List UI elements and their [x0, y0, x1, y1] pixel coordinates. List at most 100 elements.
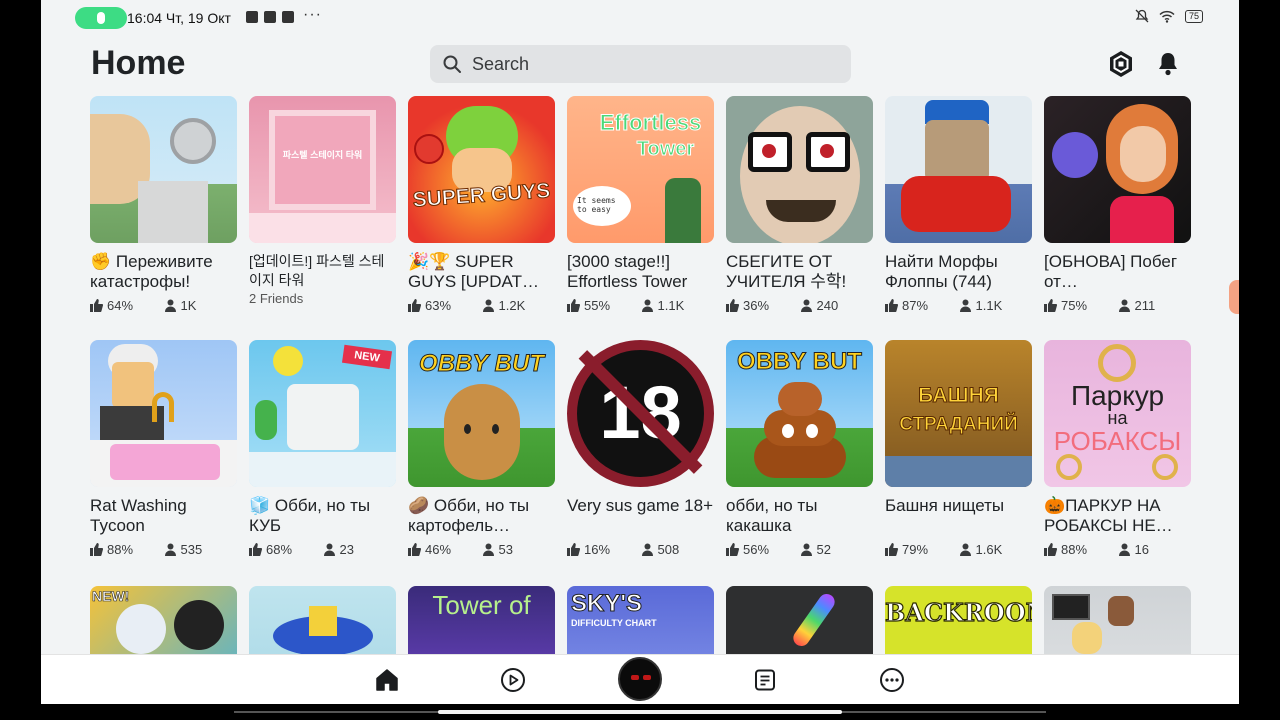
game-card[interactable]: Effortless Tower It seems to easy [3000 … — [567, 96, 714, 314]
nav-more[interactable] — [875, 663, 909, 697]
players-icon — [959, 299, 971, 312]
game-thumbnail: SUPER GUYS — [408, 96, 555, 243]
game-stats: 63% 1.2K — [408, 296, 555, 314]
game-title: 🎃ПАРКУР НА РОБАКСЫ НЕ… — [1044, 496, 1173, 535]
game-card[interactable]: NEW 🧊 Обби, но ты КУБ 68% 23 — [249, 340, 396, 558]
game-thumbnail: NEW — [249, 340, 396, 487]
thumbs-up-icon — [408, 298, 421, 312]
players-icon — [641, 299, 653, 312]
game-title: 🎉🏆 SUPER GUYS [UPDAT… — [408, 252, 539, 291]
thumbs-up-icon — [249, 542, 262, 556]
player-count: 1.6K — [975, 541, 1003, 557]
game-card[interactable]: 파스텔 스테이지 타워 [업데이트!] 파스텔 스테이지 타워 2 Friend… — [249, 96, 396, 306]
game-thumbnail: Паркур на РОБАКСЫ — [1044, 340, 1191, 487]
game-stats: 68% 23 — [249, 540, 396, 558]
new-badge: NEW — [341, 344, 393, 370]
thumbs-up-icon — [408, 542, 421, 556]
game-card[interactable]: Найти Морфы Флоппы (744) 87% 1.1K — [885, 96, 1032, 314]
game-card[interactable]: OBBY BUT обби, но ты какашка 56% 52 — [726, 340, 873, 558]
floating-bubble-icon[interactable] — [1229, 280, 1239, 314]
thumbnail-text: BACKROOMS — [885, 597, 1032, 627]
thumbnail-text: Tower of — [432, 590, 531, 620]
game-stats: 55% 1.1K — [567, 296, 714, 314]
game-stats: 79% 1.6K — [885, 540, 1032, 558]
thumbs-up-icon — [726, 542, 739, 556]
robux-icon[interactable] — [1105, 48, 1137, 80]
video-icon — [246, 11, 258, 23]
rating-value: 64% — [107, 297, 134, 313]
player-count: 211 — [1134, 297, 1156, 313]
app-screen: 16:04 Чт, 19 Окт ··· 75 Home Search ✊ Пе… — [41, 0, 1239, 704]
nav-avatar[interactable] — [618, 657, 662, 701]
nav-charts[interactable] — [748, 663, 782, 697]
system-icons: 75 — [1135, 9, 1203, 23]
thumbs-up-icon — [885, 542, 898, 556]
game-title: Башня нищеты — [885, 496, 1005, 515]
rating-value: 36% — [743, 297, 770, 313]
player-count: 240 — [816, 297, 839, 313]
nav-discover[interactable] — [496, 663, 530, 697]
thumbnail-text: БАШНЯ — [918, 384, 1000, 408]
home-icon — [376, 669, 398, 691]
game-title: Найти Морфы Флоппы (744) — [885, 252, 998, 291]
players-icon — [800, 299, 812, 312]
thumbnail-text: Effortless — [599, 110, 702, 136]
game-card[interactable]: ✊ Переживите катастрофы! 64% 1K — [90, 96, 237, 314]
game-title: Very sus game 18+ — [567, 496, 714, 515]
game-stats: 56% 52 — [726, 540, 873, 558]
thumbs-up-icon — [1044, 298, 1057, 312]
bell-icon[interactable] — [1152, 48, 1184, 80]
game-title: 🧊 Обби, но ты КУБ — [249, 496, 371, 535]
status-time: 16:04 Чт, 19 Окт — [127, 10, 231, 26]
game-stats: 75% 211 — [1044, 296, 1191, 314]
friends-playing: 2 Friends — [249, 291, 304, 306]
player-count: 53 — [498, 541, 513, 557]
rating-value: 16% — [584, 541, 611, 557]
game-title: [ОБНОВА] Побег от… — [1044, 252, 1178, 291]
players-icon — [482, 299, 494, 312]
page-title: Home — [91, 44, 186, 82]
game-card[interactable]: 18 Very sus game 18+ 16% 508 — [567, 340, 714, 558]
game-card[interactable]: SUPER GUYS 🎉🏆 SUPER GUYS [UPDAT… 63% 1.2… — [408, 96, 555, 314]
players-icon — [800, 543, 812, 556]
search-bar[interactable]: Search — [430, 45, 851, 83]
game-stats: 88% 16 — [1044, 540, 1191, 558]
game-card[interactable]: [ОБНОВА] Побег от… 75% 211 — [1044, 96, 1191, 314]
thumbnail-text: РОБАКСЫ — [1053, 426, 1182, 456]
thumbnail-text: OBBY BUT — [419, 350, 545, 378]
game-card[interactable]: СБЕГИТЕ ОТ УЧИТЕЛЯ 수학! 36% 240 — [726, 96, 873, 314]
game-card[interactable]: Паркур на РОБАКСЫ 🎃ПАРКУР НА РОБАКСЫ НЕ…… — [1044, 340, 1191, 558]
game-card[interactable]: Rat Washing Tycoon 88% 535 — [90, 340, 237, 558]
mute-icon — [1135, 9, 1149, 23]
game-stats: 16% 508 — [567, 540, 714, 558]
thumbnail-text: OBBY BUT — [737, 348, 863, 376]
home-gesture-bar[interactable] — [438, 710, 842, 714]
player-count: 16 — [1134, 541, 1149, 557]
rating-value: 63% — [425, 297, 452, 313]
bottom-navigation — [41, 654, 1239, 704]
thumbnail-text: DIFFICULTY CHART — [571, 618, 657, 628]
players-icon — [323, 543, 335, 556]
rating-value: 68% — [266, 541, 293, 557]
game-title: [업데이트!] 파스텔 스테이지 타워 — [249, 253, 385, 288]
rating-value: 87% — [902, 297, 929, 313]
players-icon — [164, 299, 176, 312]
app-notification-icon — [282, 11, 294, 23]
thumbs-up-icon — [1044, 542, 1057, 556]
game-card[interactable]: БАШНЯ СТРАДАНИЙ Башня нищеты 79% 1.6K — [885, 340, 1032, 558]
thumbnail-text: СТРАДАНИЙ — [899, 414, 1019, 436]
game-stats: 88% 535 — [90, 540, 237, 558]
game-thumbnail — [885, 96, 1032, 243]
game-card[interactable]: OBBY BUT 🥔 Обби, но ты картофель… 46% 53 — [408, 340, 555, 558]
game-thumbnail — [726, 96, 873, 243]
nav-home[interactable] — [370, 663, 404, 697]
play-icon — [501, 668, 525, 692]
game-thumbnail — [1044, 96, 1191, 243]
status-bar: 16:04 Чт, 19 Окт ··· 75 — [41, 0, 1239, 36]
player-count: 1.1K — [975, 297, 1003, 313]
thumbs-up-icon — [90, 542, 103, 556]
thumbs-up-icon — [90, 298, 103, 312]
rating-value: 88% — [1061, 541, 1088, 557]
player-count: 508 — [657, 541, 680, 557]
rating-value: 46% — [425, 541, 452, 557]
